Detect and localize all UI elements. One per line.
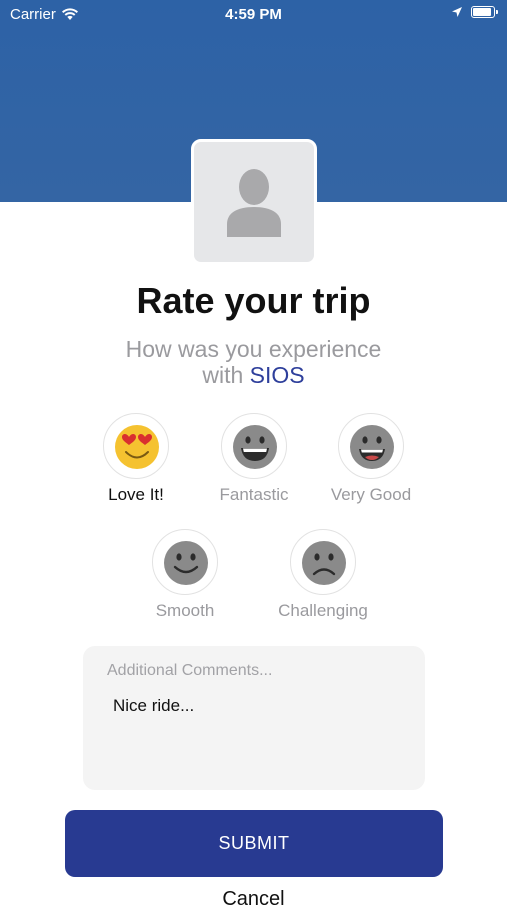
- big-grin-face-icon: [350, 425, 394, 469]
- rating-label: Challenging: [278, 601, 368, 620]
- location-arrow-icon: [452, 7, 462, 17]
- heart-eyes-emoji-icon: [115, 425, 159, 469]
- rating-challenging[interactable]: Challenging: [263, 529, 383, 621]
- rating-fantastic[interactable]: Fantastic: [194, 413, 314, 505]
- battery-icon: [471, 6, 498, 18]
- frowning-face-icon: [302, 541, 346, 585]
- comments-field[interactable]: Additional Comments... Nice ride...: [83, 646, 425, 790]
- brand-name: SIOS: [249, 362, 305, 388]
- rating-label: Love It!: [108, 485, 164, 504]
- status-bar: Carrier 4:59 PM: [0, 0, 507, 28]
- rating-label: Fantastic: [219, 485, 289, 504]
- user-silhouette-icon: [227, 169, 281, 237]
- comments-placeholder: Additional Comments...: [107, 662, 273, 679]
- rating-circle: [103, 413, 169, 479]
- page-title: Rate your trip: [136, 280, 371, 321]
- rating-circle: [221, 413, 287, 479]
- rating-very-good[interactable]: Very Good: [311, 413, 431, 505]
- submit-button[interactable]: SUBMIT: [65, 810, 443, 877]
- rating-circle: [152, 529, 218, 595]
- smiling-face-icon: [164, 541, 208, 585]
- page-subtitle: How was you experience with SIOS: [0, 336, 507, 388]
- grinning-face-icon: [233, 425, 277, 469]
- status-time: 4:59 PM: [225, 6, 282, 23]
- subtitle-with: with: [202, 362, 244, 388]
- rating-label: Very Good: [330, 485, 412, 504]
- subtitle-line-1: How was you experience: [125, 336, 382, 362]
- rating-love-it[interactable]: Love It!: [76, 413, 196, 505]
- comments-value: Nice ride...: [113, 696, 195, 715]
- rating-smooth[interactable]: Smooth: [125, 529, 245, 621]
- avatar: [191, 139, 317, 265]
- rating-label: Smooth: [155, 601, 215, 620]
- rating-circle: [338, 413, 404, 479]
- rating-circle: [290, 529, 356, 595]
